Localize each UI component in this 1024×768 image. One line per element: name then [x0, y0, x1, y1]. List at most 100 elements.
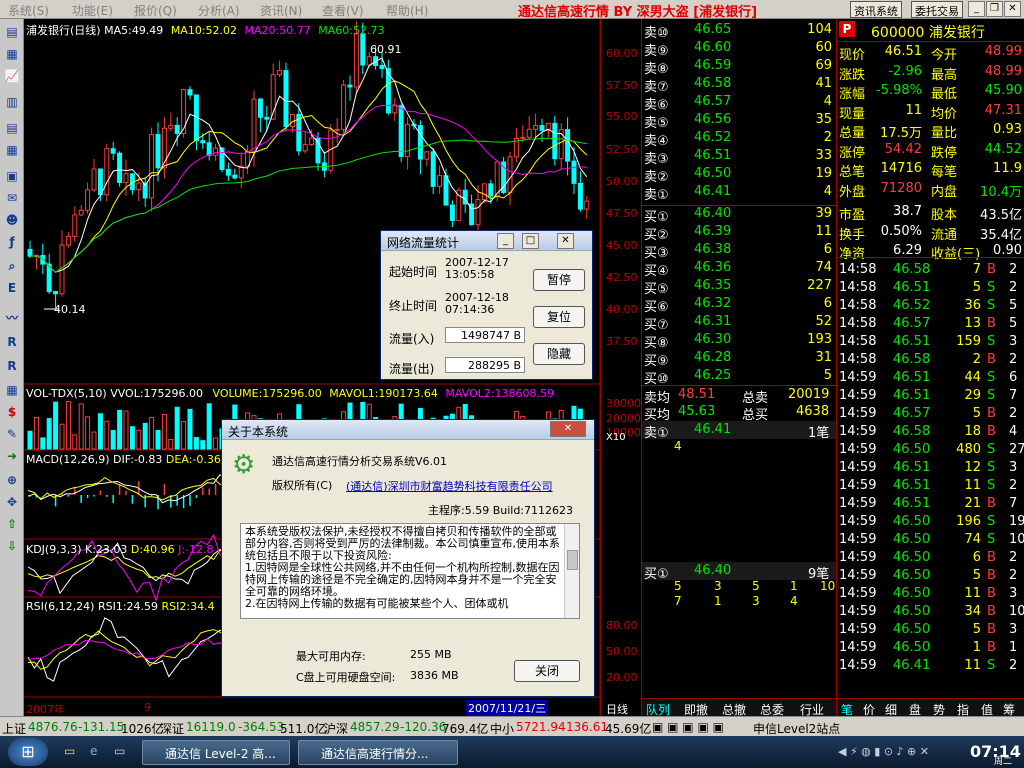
traffic-dialog: 网络流量统计 _ □ ✕ 起始时间 2007-12-17 13:05:58 终止… [380, 230, 593, 380]
sell-level-row[interactable]: 卖③ 46.51 33 [642, 147, 836, 167]
money-icon[interactable]: $ [3, 403, 21, 421]
buy-level-row[interactable]: 买④ 46.36 74 [642, 259, 836, 279]
notice-scrollbar[interactable] [564, 524, 579, 618]
tick-price: 46.58 [893, 424, 931, 439]
rsi1: RSI1:24.59 [97, 600, 159, 613]
about-dialog-titlebar[interactable]: 关于本系统 ✕ [222, 420, 594, 440]
sell-level-row[interactable]: 卖① 46.41 4 [642, 183, 836, 203]
sell1-queue-header[interactable]: 卖① 46.41 1笔 [642, 421, 836, 441]
report-icon[interactable]: ▤ [3, 119, 21, 137]
realtime-icon[interactable]: ▦ [3, 45, 21, 63]
maximize-icon[interactable]: □ [522, 233, 539, 249]
grid-icon[interactable]: ▣ [3, 167, 21, 185]
table-icon[interactable]: ▦ [3, 141, 21, 159]
buy1-queue-header[interactable]: 买① 46.40 9笔 [642, 562, 836, 582]
menu-view[interactable]: 查看(V) [322, 2, 364, 19]
level2-site-label[interactable]: 申信Level2站点 [753, 720, 840, 737]
fx-icon[interactable]: ƒ [3, 233, 21, 251]
taskbar-item-tdx[interactable]: 通达信高速行情分... [298, 740, 458, 765]
sh-index-name[interactable]: 上证 [2, 720, 26, 737]
buy-level-row[interactable]: 买② 46.39 11 [642, 223, 836, 243]
exit-icon[interactable]: ➜ [3, 447, 21, 465]
buy-level-row[interactable]: 买⑤ 46.35 227 [642, 277, 836, 297]
rsi2-icon[interactable]: R [3, 357, 21, 375]
line-chart-icon[interactable]: 📈 [3, 67, 21, 85]
sz-index-name[interactable]: 深证 [160, 720, 184, 737]
menu-analysis[interactable]: 分析(A) [198, 2, 240, 19]
buy-level-row[interactable]: 买⑩ 46.25 5 [642, 367, 836, 387]
sell-level-row[interactable]: 卖④ 46.52 2 [642, 129, 836, 149]
start-button[interactable]: ⊞ [8, 738, 48, 766]
info-value: 35.4亿 [980, 227, 1022, 243]
traffic-out-value: 288295 B [445, 357, 525, 373]
menu-help[interactable]: 帮助(H) [386, 2, 428, 19]
tick-side: B [987, 622, 996, 637]
tick-count: 7 [1009, 496, 1018, 511]
minimize-icon[interactable]: _ [497, 233, 514, 249]
daily-tab[interactable]: 日线 [606, 701, 628, 717]
close-icon[interactable]: ✕ [557, 233, 574, 249]
up-arrow-icon[interactable]: ⇧ [3, 515, 21, 533]
tick-price: 46.57 [893, 316, 931, 331]
sell-level-row[interactable]: 卖⑧ 46.59 69 [642, 57, 836, 77]
wave-icon[interactable]: 〰 [3, 309, 21, 327]
down-arrow-icon[interactable]: ⇩ [3, 537, 21, 555]
menu-function[interactable]: 功能(E) [72, 2, 113, 19]
pause-button[interactable]: 暂停 [533, 269, 585, 291]
hide-button[interactable]: 隐藏 [533, 343, 585, 365]
reset-button[interactable]: 复位 [533, 306, 585, 328]
buy-level-row[interactable]: 买⑧ 46.30 193 [642, 331, 836, 351]
kline-icon[interactable]: ▥ [3, 93, 21, 111]
buy-level-row[interactable]: 买③ 46.38 6 [642, 241, 836, 261]
desktop-icon[interactable]: ▭ [114, 744, 125, 758]
sell-level-row[interactable]: 卖⑨ 46.60 60 [642, 39, 836, 59]
quote-list-icon[interactable]: ▤ [3, 23, 21, 41]
zx-index-name[interactable]: 中小 [490, 720, 514, 737]
trade-button[interactable]: 委托交易 [911, 1, 963, 18]
zoom-in-icon[interactable]: ⊕ [3, 471, 21, 489]
buy-level-row[interactable]: 买⑦ 46.31 52 [642, 313, 836, 333]
candle-body [437, 175, 443, 187]
restore-icon[interactable]: ❐ [986, 1, 1003, 17]
close-icon[interactable]: ✕ [550, 421, 586, 437]
sell-level-row[interactable]: 卖② 46.50 19 [642, 165, 836, 185]
sell-level-row[interactable]: 卖⑩ 46.65 104 [642, 21, 836, 41]
sell-level-row[interactable]: 卖⑤ 46.56 35 [642, 111, 836, 131]
info-value: 0.93 [993, 122, 1022, 137]
users-icon[interactable]: ☻ [3, 211, 21, 229]
tray-icons[interactable]: ◀ ⚡ ◍ ▮ ⊙ ♪ ⊕ ✕ [838, 745, 929, 758]
notice-textbox[interactable]: 本系统受版权法保护,未经授权不得擅自拷贝和传播软件的全部或部分内容,否则将受到严… [240, 523, 580, 619]
tick-side: B [987, 424, 996, 439]
mail-icon[interactable]: ✉ [3, 189, 21, 207]
buy-level-row[interactable]: 买⑨ 46.28 31 [642, 349, 836, 369]
buy-level-row[interactable]: 买⑥ 46.32 6 [642, 295, 836, 315]
search-icon[interactable]: ⌕ [3, 257, 21, 275]
taskbar-item-level2[interactable]: 通达信 Level-2 高... [142, 740, 290, 765]
tick-side: B [987, 262, 996, 277]
etf-icon[interactable]: E [3, 279, 21, 297]
move-icon[interactable]: ✥ [3, 493, 21, 511]
folder-icon[interactable]: ▭ [64, 744, 75, 758]
end-time-label: 终止时间 [389, 299, 438, 313]
hs-index-name[interactable]: 沪深 [324, 720, 348, 737]
tools-icon[interactable]: ✎ [3, 425, 21, 443]
browser-icon[interactable]: e [90, 744, 97, 758]
sell-level-row[interactable]: 卖⑥ 46.57 4 [642, 93, 836, 113]
sell-level-row[interactable]: 卖⑦ 46.58 41 [642, 75, 836, 95]
calc-icon[interactable]: ▦ [3, 381, 21, 399]
traffic-dialog-titlebar[interactable]: 网络流量统计 _ □ ✕ [381, 231, 592, 251]
rsi-icon[interactable]: R [3, 333, 21, 351]
volume-bar [155, 429, 161, 450]
low-price-label: 40.14 [54, 303, 86, 316]
close-icon[interactable]: ✕ [1004, 1, 1021, 17]
menu-system[interactable]: 系统(S) [8, 2, 49, 19]
buy-level-row[interactable]: 买① 46.40 39 [642, 205, 836, 225]
scrollbar-thumb[interactable] [567, 550, 578, 570]
menu-quote[interactable]: 报价(Q) [134, 2, 177, 19]
news-system-button[interactable]: 资讯系统 [850, 1, 902, 18]
company-link[interactable]: (通达信)深圳市财富趋势科技有限责任公司 [346, 478, 553, 494]
minimize-icon[interactable]: _ [968, 1, 985, 17]
close-button[interactable]: 关闭 [514, 660, 580, 682]
tick-side: B [987, 568, 996, 583]
menu-news[interactable]: 资讯(N) [260, 2, 302, 19]
